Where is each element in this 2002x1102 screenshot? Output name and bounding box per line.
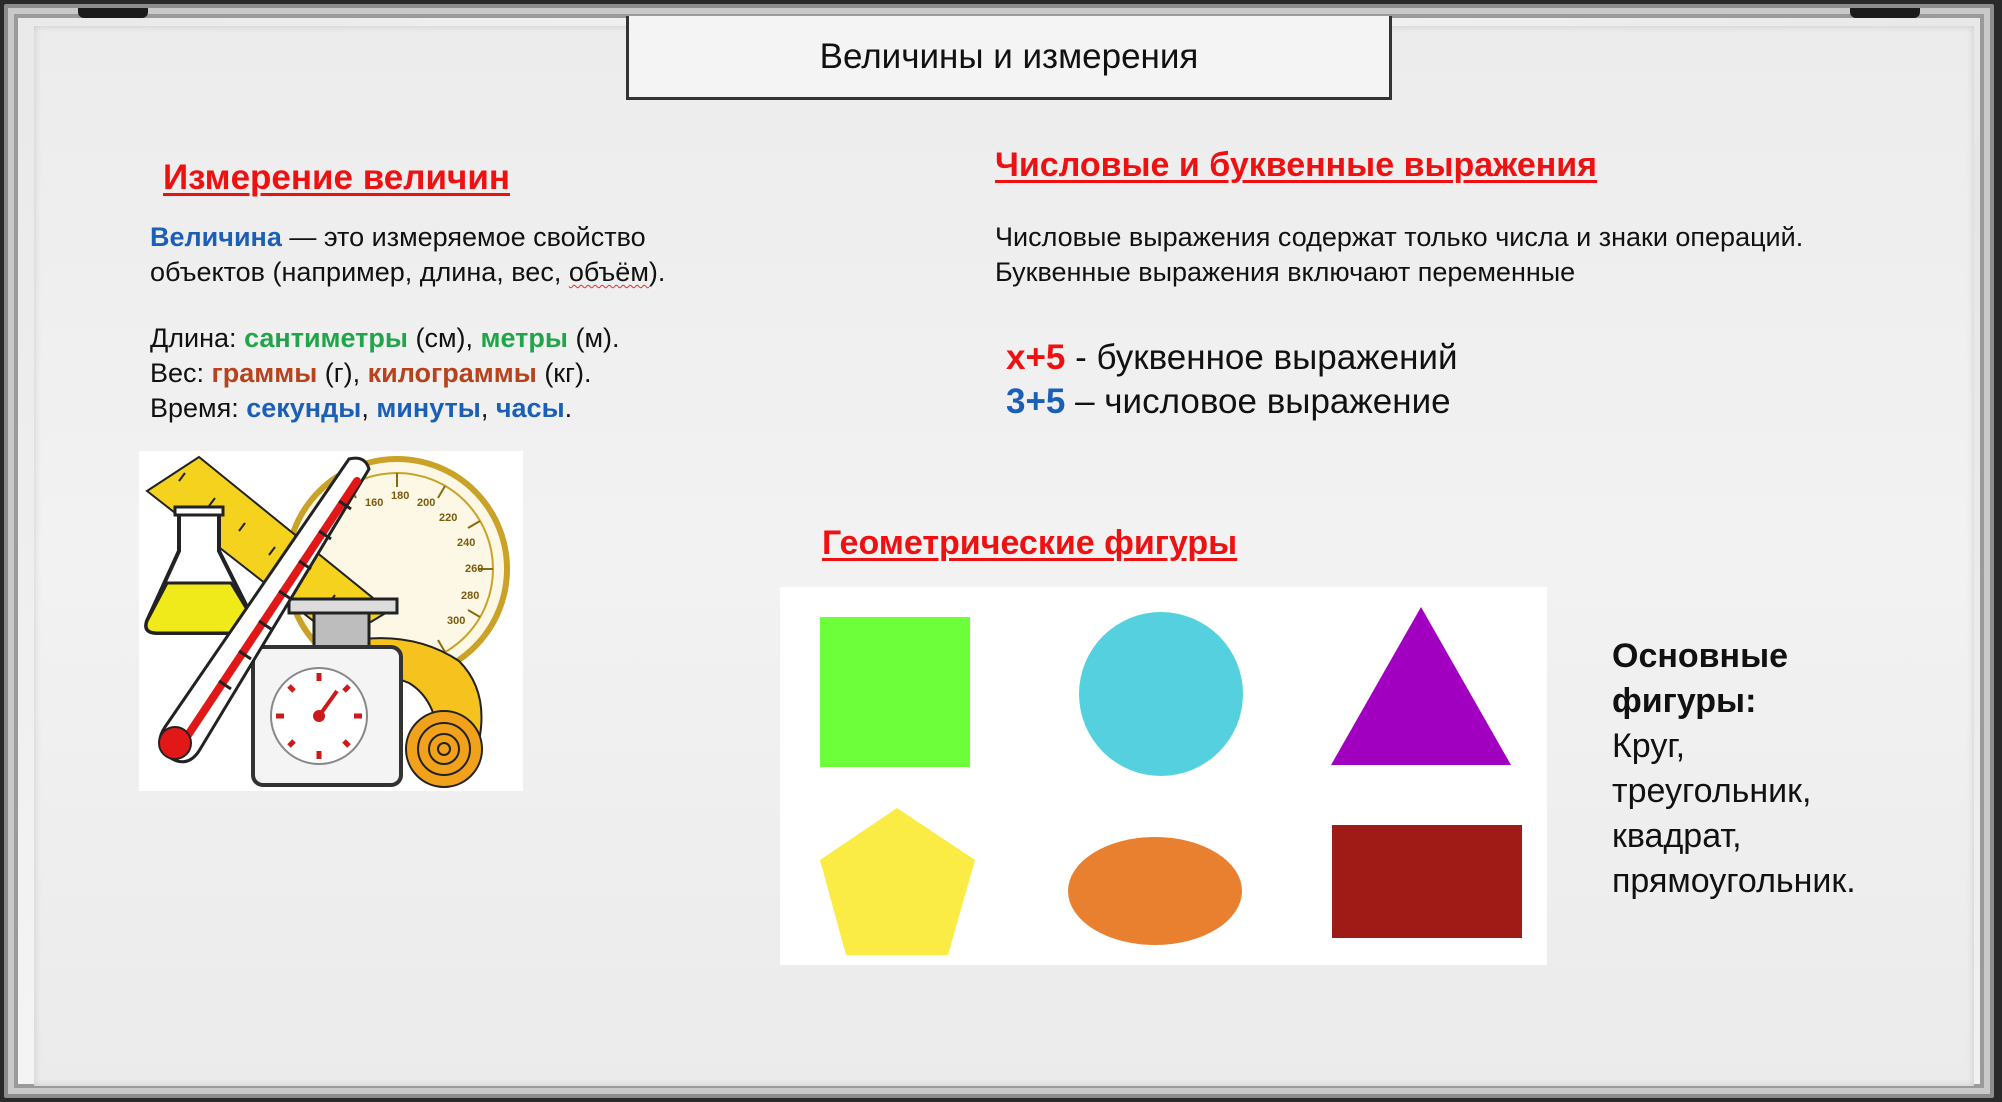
example-literal-expr: x+5 xyxy=(1006,338,1066,377)
example-literal: x+5 - буквенное выражений xyxy=(1006,336,1458,380)
expressions-description: Числовые выражения содержат только числа… xyxy=(995,220,1803,290)
example-numeric-expr: 3+5 xyxy=(1006,382,1066,421)
expressions-desc-line1: Числовые выражения содержат только числа… xyxy=(995,222,1804,252)
ellipse-shape xyxy=(1068,837,1242,945)
basic-figures-text: Основные фигуры: Круг, треугольник, квад… xyxy=(1612,634,1912,904)
definition-word-volume: объём xyxy=(568,257,649,287)
circle-shape xyxy=(1079,612,1243,776)
expression-examples: x+5 - буквенное выражений 3+5 – числовое… xyxy=(1006,336,1458,424)
unit-meters: метры xyxy=(480,323,568,353)
gauge-tick-label: 160 xyxy=(365,497,383,509)
time-end: . xyxy=(564,393,573,423)
whiteboard: Величины и измерения Измерение величин В… xyxy=(4,4,1994,1098)
measurement-heading: Измерение величин xyxy=(163,158,510,197)
pentagon-shape xyxy=(820,808,975,955)
example-numeric: 3+5 – числовое выражение xyxy=(1006,380,1458,424)
definition-term: Величина xyxy=(150,222,282,252)
board-clip-right xyxy=(1850,8,1920,18)
units-weight: Вес: граммы (г), килограммы (кг). xyxy=(150,356,620,391)
measurement-tools-icon: 160 180 200 220 240 260 280 300 xyxy=(144,455,510,788)
unit-hours: часы xyxy=(495,393,565,423)
measurement-illustration: 160 180 200 220 240 260 280 300 xyxy=(139,451,523,791)
gauge-tick-label: 300 xyxy=(447,615,465,627)
unit-centimeters: сантиметры xyxy=(244,323,408,353)
definition-line1: — это измеряемое свойство xyxy=(281,222,646,252)
slide-title-text: Величины и измерения xyxy=(819,36,1199,76)
triangle-shape xyxy=(1331,607,1511,765)
gauge-tick-label: 220 xyxy=(439,512,457,524)
time-sep2: , xyxy=(480,393,496,423)
geometry-heading: Геометрические фигуры xyxy=(822,524,1238,562)
basic-figures-title-2: фигуры: xyxy=(1612,682,1757,720)
basic-figure-item: квадрат, xyxy=(1612,817,1742,855)
definition-line2b: ). xyxy=(648,257,666,287)
gauge-tick-label: 200 xyxy=(417,497,435,509)
basic-figure-item: треугольник, xyxy=(1612,772,1812,810)
gauge-tick-label: 280 xyxy=(461,590,479,602)
definition-line2a: объектов (например, длина, вес, xyxy=(150,257,569,287)
unit-m-abbr: (м). xyxy=(567,323,620,353)
gauge-tick-label: 260 xyxy=(465,563,483,575)
basic-figures-title-1: Основные xyxy=(1612,637,1789,675)
time-label: Время: xyxy=(150,393,247,423)
basic-figure-item: прямоугольник. xyxy=(1612,862,1856,900)
weight-label: Вес: xyxy=(150,358,212,388)
units-length: Длина: сантиметры (см), метры (м). xyxy=(150,321,620,356)
units-list: Длина: сантиметры (см), метры (м). Вес: … xyxy=(150,321,620,426)
time-sep1: , xyxy=(361,393,377,423)
unit-cm-abbr: (см), xyxy=(407,323,481,353)
unit-g-abbr: (г), xyxy=(317,358,368,388)
slide-title: Величины и измерения xyxy=(626,16,1392,100)
unit-kg-abbr: (кг). xyxy=(536,358,592,388)
basic-figure-item: Круг, xyxy=(1612,727,1686,765)
expressions-heading: Числовые и буквенные выражения xyxy=(995,146,1598,184)
shapes-canvas xyxy=(820,607,1522,955)
definition-text: Величина — это измеряемое свойство объек… xyxy=(150,220,665,290)
unit-kilograms: килограммы xyxy=(367,358,537,388)
expressions-desc-line2: Буквенные выражения включают переменные xyxy=(995,257,1576,287)
example-numeric-text: – числовое выражение xyxy=(1065,382,1451,421)
gauge-tick-label: 240 xyxy=(457,537,475,549)
unit-minutes: минуты xyxy=(376,393,481,423)
shapes-panel xyxy=(780,587,1547,965)
square-shape xyxy=(820,617,970,767)
units-time: Время: секунды, минуты, часы. xyxy=(150,391,620,426)
rectangle-shape xyxy=(1332,825,1522,938)
unit-grams: граммы xyxy=(211,358,318,388)
gauge-tick-label: 180 xyxy=(391,490,409,502)
board-clip-left xyxy=(78,8,148,18)
length-label: Длина: xyxy=(150,323,245,353)
example-literal-text: - буквенное выражений xyxy=(1065,338,1458,377)
unit-seconds: секунды xyxy=(246,393,362,423)
